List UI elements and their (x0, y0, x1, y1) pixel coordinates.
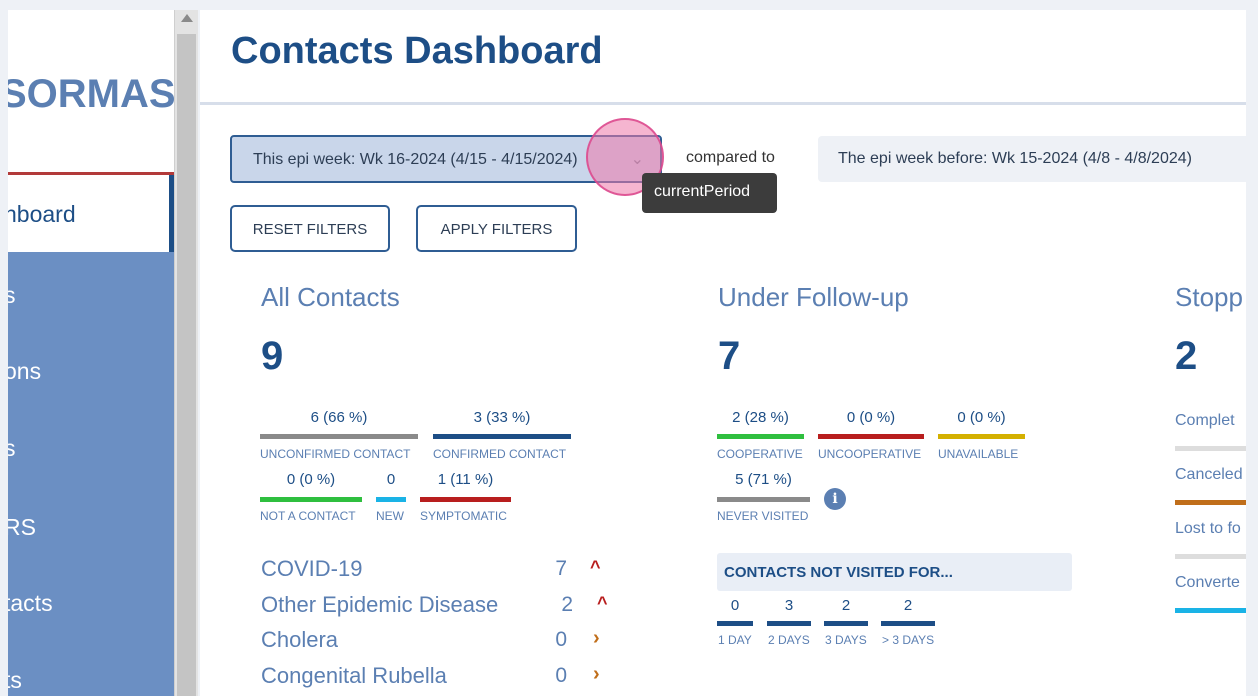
sidebar-item-cases[interactable]: s (8, 282, 16, 309)
follow-up-title: Under Follow-up (718, 282, 909, 312)
all-contacts-count: 9 (261, 334, 284, 378)
disease-count: 0 (555, 664, 567, 687)
stat-bar (433, 434, 571, 439)
disease-count: 0 (555, 628, 567, 651)
stat-bar (717, 497, 810, 502)
stat-value: 3 (784, 597, 794, 614)
stat-value: 0 (0 %) (957, 409, 1006, 426)
stat-bar (881, 621, 935, 626)
stat-value: 1 (11 %) (437, 471, 494, 488)
stat-bar (376, 497, 406, 502)
stat-value: 0 (386, 471, 396, 488)
stopped-item-label: Converte (1175, 574, 1240, 591)
follow-up-count: 7 (718, 334, 741, 378)
stat-value: 2 (903, 597, 913, 614)
stat-bar (260, 497, 362, 502)
stopped-item-label: Complet (1175, 412, 1235, 429)
disease-count: 7 (555, 557, 567, 580)
stopped-count: 2 (1175, 334, 1198, 378)
compare-period-select[interactable]: The epi week before: Wk 15-2024 (4/8 - 4… (818, 136, 1246, 182)
not-visited-header: CONTACTS NOT VISITED FOR... (717, 553, 1072, 591)
info-icon[interactable]: i (824, 488, 846, 510)
stat-bar (938, 434, 1025, 439)
sidebar-item-samples[interactable]: s (8, 435, 16, 462)
sidebar-scrollbar[interactable] (174, 10, 198, 696)
sidebar-item-label: hboard (8, 201, 76, 227)
disease-name[interactable]: COVID-19 (261, 556, 362, 582)
sidebar-item-events[interactable]: ts (8, 667, 22, 694)
stat-value: 2 (841, 597, 851, 614)
apply-filters-button[interactable]: APPLY FILTERS (416, 205, 577, 252)
stat-bar (717, 621, 753, 626)
scroll-thumb[interactable] (177, 34, 196, 696)
stat-bar (767, 621, 811, 626)
stopped-item-label: Canceled (1175, 466, 1243, 483)
all-contacts-title: All Contacts (261, 282, 400, 312)
trend-up-icon: ^ (597, 593, 608, 613)
disease-name[interactable]: Other Epidemic Disease (261, 592, 498, 618)
stat-label: CONFIRMED CONTACT (433, 447, 567, 461)
stopped-item-bar (1175, 446, 1246, 451)
stat-label: UNCOOPERATIVE (818, 447, 922, 461)
stat-bar (818, 434, 924, 439)
stat-label: UNAVAILABLE (938, 447, 1019, 461)
stopped-item-label: Lost to fo (1175, 520, 1241, 537)
stopped-item-bar (1175, 500, 1246, 505)
not-visited-title: CONTACTS NOT VISITED FOR... (724, 564, 953, 581)
stat-label: NEW (376, 509, 404, 523)
stopped-title: Stopp (1175, 282, 1243, 312)
stat-label: SYMPTOMATIC (420, 509, 507, 523)
tooltip: currentPeriod (642, 173, 777, 213)
reset-filters-button[interactable]: RESET FILTERS (230, 205, 390, 252)
stat-bar (260, 434, 418, 439)
page-title: Contacts Dashboard (231, 30, 603, 72)
stat-label: > 3 DAYS (882, 633, 935, 647)
stat-value: 3 (33 %) (473, 409, 531, 426)
app-logo: SORMAS (8, 72, 174, 116)
apply-filters-label: APPLY FILTERS (440, 221, 553, 238)
stat-value: 0 (0 %) (286, 471, 336, 488)
title-divider (200, 102, 1246, 105)
stat-value: 0 (730, 597, 740, 614)
stat-value: 2 (28 %) (732, 409, 789, 426)
stat-label: NOT A CONTACT (260, 509, 356, 523)
stat-value: 5 (71 %) (735, 471, 792, 488)
reset-filters-label: RESET FILTERS (252, 221, 368, 238)
trend-up-icon: ^ (590, 557, 601, 577)
trend-flat-icon: › (593, 627, 600, 649)
compare-period-value: The epi week before: Wk 15-2024 (4/8 - 4… (838, 150, 1192, 167)
stopped-item-bar (1175, 554, 1246, 559)
stopped-item-bar (1175, 608, 1246, 613)
stat-value: 6 (66 %) (310, 409, 368, 426)
sidebar-item-dashboard[interactable]: hboard (8, 175, 174, 252)
trend-flat-icon: › (593, 663, 600, 685)
stat-label: UNCONFIRMED CONTACT (260, 447, 411, 461)
current-period-value: This epi week: Wk 16-2024 (4/15 - 4/15/2… (253, 151, 578, 168)
sidebar-nav: s ons s RS tacts ts (8, 252, 174, 696)
disease-count: 2 (561, 593, 573, 616)
stat-bar (420, 497, 511, 502)
disease-name[interactable]: Congenital Rubella (261, 663, 447, 689)
stat-label: COOPERATIVE (717, 447, 803, 461)
disease-name[interactable]: Cholera (261, 627, 338, 653)
compared-to-label: compared to (686, 149, 775, 166)
stat-bar (824, 621, 868, 626)
stat-label: 3 DAYS (825, 633, 867, 647)
sidebar-item-pathogen[interactable]: RS (8, 514, 36, 541)
stat-label: NEVER VISITED (717, 509, 809, 523)
sidebar: SORMAS hboard s ons s RS tacts ts (8, 10, 174, 696)
stat-label: 1 DAY (718, 633, 752, 647)
scroll-up-arrow-icon[interactable] (181, 14, 193, 22)
stat-label: 2 DAYS (768, 633, 810, 647)
stat-value: 0 (0 %) (846, 409, 896, 426)
stat-bar (717, 434, 804, 439)
sidebar-item-contacts[interactable]: tacts (8, 590, 53, 617)
sidebar-item-aggregate[interactable]: ons (8, 358, 41, 385)
tooltip-text: currentPeriod (654, 183, 751, 200)
main-content: Contacts Dashboard This epi week: Wk 16-… (200, 10, 1246, 696)
